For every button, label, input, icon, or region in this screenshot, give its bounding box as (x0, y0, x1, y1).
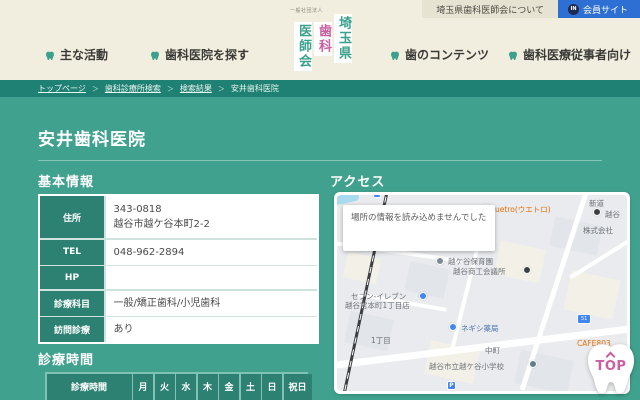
hours-header-holiday: 祝日 (283, 373, 312, 400)
nav-item-professionals[interactable]: 歯科医療従事者向け (508, 46, 631, 63)
hours-table: 診療時間 月 火 水 木 金 土 日 祝日 (45, 372, 312, 400)
hours-header-title: 診療時間 (46, 373, 132, 400)
info-value-address: 343-0818 越谷市越ケ谷本町2-2 (105, 196, 317, 238)
station-poi-icon[interactable] (593, 208, 601, 216)
breadcrumb-separator: ＞ (217, 84, 225, 93)
info-label-home-visit: 訪問診療 (40, 317, 104, 342)
hours-header-wed: 水 (176, 373, 196, 400)
map-label-nakacho: 中町 (485, 346, 500, 355)
convenience-store-poi-icon[interactable] (419, 292, 427, 300)
map-label-negishi[interactable]: ネギシ薬局 (461, 323, 499, 334)
route-badge: 51 (577, 314, 592, 324)
back-to-top-button[interactable]: TOP (583, 340, 639, 398)
tooth-icon (45, 50, 55, 60)
map-error-infowindow: 場所の情報を読み込めませんでした (343, 205, 495, 251)
basic-info-heading: 基本情報 (38, 175, 95, 190)
parking-icon[interactable]: P (447, 381, 456, 390)
map-label-koshigaya[interactable]: 越谷 (605, 209, 620, 220)
info-label-hp: HP (40, 266, 104, 289)
postal-code: 343-0818 (113, 204, 162, 215)
member-site-label: 会員サイト (582, 5, 628, 16)
breadcrumb-separator: ＞ (166, 84, 174, 93)
breadcrumb-home[interactable]: トップページ (38, 83, 86, 94)
about-association-link[interactable]: 埼玉県歯科医師会について (422, 0, 558, 18)
site-logo[interactable]: 一般社団法人 埼玉県 歯科 医師会 (286, 4, 356, 78)
nav-label: 歯科医院を探す (165, 48, 250, 62)
info-label-address: 住所 (40, 196, 104, 238)
tooth-icon (508, 50, 518, 60)
breadcrumb: トップページ ＞ 歯科診療所検索 ＞ 検索結果 ＞ 安井歯科医院 (0, 80, 640, 97)
map-label-uetro[interactable]: uetro(ウエトロ) (495, 204, 551, 215)
hours-header-sat: 土 (240, 373, 261, 400)
info-value-departments: 一般/矯正歯科/小児歯科 (105, 290, 317, 316)
map-label-company[interactable]: 株式会社 (583, 225, 613, 236)
breadcrumb-results[interactable]: 検索結果 (180, 83, 212, 94)
info-label-tel: TEL (40, 239, 104, 265)
map-water (337, 195, 360, 206)
hours-header-fri: 金 (219, 373, 239, 400)
school-poi-icon[interactable] (529, 360, 537, 368)
org-type-label: 一般社団法人 (290, 8, 324, 14)
access-heading: アクセス (330, 175, 386, 190)
street-address: 越谷市越ケ谷本町2-2 (113, 219, 210, 230)
map-label-school[interactable]: 越谷市立越ケ谷小学校 (429, 361, 504, 372)
hours-header-sun: 日 (262, 373, 282, 400)
map-block (404, 261, 450, 299)
hours-heading: 診療時間 (38, 353, 95, 368)
breadcrumb-search[interactable]: 歯科診療所検索 (105, 83, 161, 94)
nav-item-tooth-contents[interactable]: 歯のコンテンツ (390, 46, 489, 63)
tooth-icon (390, 50, 400, 60)
map-error-text: 場所の情報を読み込めませんでした (351, 213, 487, 223)
login-icon: IN (567, 3, 579, 15)
map-label-shoko[interactable]: 越谷商工会議所 (453, 266, 506, 277)
chamber-poi-icon[interactable] (523, 266, 531, 274)
map-label-chome: 1丁目 (371, 336, 391, 345)
main-nav: 主な活動 歯科医院を探す 歯のコンテンツ 歯科医療従事者向け (0, 42, 640, 66)
info-value-hp (105, 266, 317, 289)
nav-item-find-clinic[interactable]: 歯科医院を探す (150, 46, 249, 63)
top-utility-bar: 埼玉県歯科医師会について IN 会員サイト (422, 0, 640, 18)
info-label-departments: 診療科目 (40, 290, 104, 316)
map-block (342, 251, 382, 285)
nav-label: 歯のコンテンツ (405, 48, 490, 62)
nursery-poi-icon[interactable] (436, 257, 444, 265)
nav-label: 歯科医療従事者向け (523, 48, 632, 62)
title-divider (38, 160, 602, 161)
nav-label: 主な活動 (60, 48, 109, 62)
breadcrumb-current: 安井歯科医院 (230, 84, 279, 93)
back-to-top-label: TOP (595, 359, 627, 374)
info-value-tel: 048-962-2894 (105, 239, 317, 265)
hours-header-mon: 月 (133, 373, 153, 400)
hours-header-tue: 火 (154, 373, 175, 400)
page-title: 安井歯科医院 (38, 130, 146, 150)
hours-header-thu: 木 (197, 373, 218, 400)
map-label-seven-line2[interactable]: 越谷宮本町1丁目店 (345, 300, 410, 311)
pharmacy-poi-icon[interactable] (449, 323, 457, 331)
main-content: 安井歯科医院 基本情報 住所 343-0818 越谷市越ケ谷本町2-2 TEL … (0, 97, 640, 400)
basic-info-table: 住所 343-0818 越谷市越ケ谷本町2-2 TEL 048-962-2894… (38, 194, 319, 344)
breadcrumb-separator: ＞ (91, 84, 99, 93)
tooth-icon (150, 50, 160, 60)
info-value-home-visit: あり (105, 317, 317, 342)
nav-item-activities[interactable]: 主な活動 (45, 46, 108, 63)
member-site-button[interactable]: IN 会員サイト (557, 0, 640, 18)
route-badge-top (373, 195, 381, 198)
